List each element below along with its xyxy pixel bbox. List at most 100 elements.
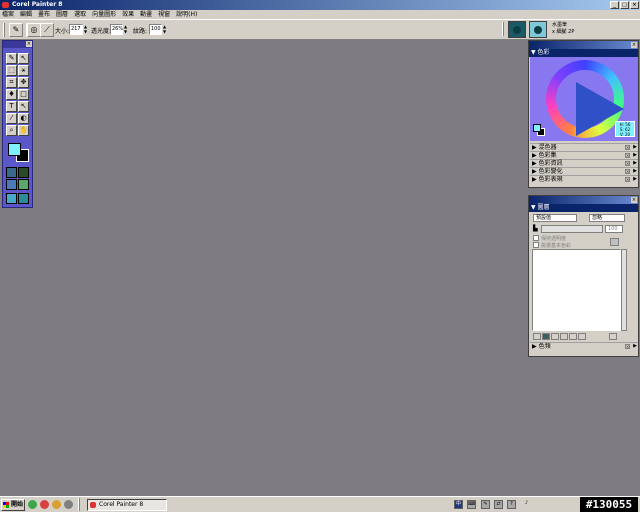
toolbox-header[interactable]: × xyxy=(3,41,32,48)
mixer-row[interactable]: ▶ 混色器 × ▶ xyxy=(530,143,638,151)
menu-arrow-icon[interactable]: ▶ xyxy=(633,343,637,350)
start-button[interactable]: 開始 xyxy=(1,499,25,511)
foreground-color-swatch[interactable] xyxy=(8,143,21,156)
weaving-library-icon[interactable] xyxy=(18,179,29,190)
close-icon[interactable]: × xyxy=(625,169,630,174)
brush-variant-icon[interactable] xyxy=(529,21,547,38)
preserve-transparency-checkbox[interactable] xyxy=(533,235,539,241)
layers-palette-close-icon[interactable]: × xyxy=(631,197,637,203)
brush-names[interactable]: 水墨筆 x 細膩 2P xyxy=(552,22,574,36)
menu-movie[interactable]: 動畫 xyxy=(140,10,152,19)
look-library-icon[interactable] xyxy=(18,193,29,204)
layer-commands-icon[interactable] xyxy=(533,333,541,340)
close-icon[interactable]: × xyxy=(625,161,630,166)
maximize-button[interactable]: □ xyxy=(620,1,629,9)
text-icon[interactable]: T xyxy=(6,101,17,112)
quicklaunch-app-icon[interactable] xyxy=(52,500,61,509)
layer-opacity-slider[interactable] xyxy=(541,225,603,233)
channels-row[interactable]: ▶ 色頻 × ▶ xyxy=(530,342,638,350)
grain-field[interactable]: 100 xyxy=(149,24,162,35)
crop-icon[interactable]: ⌗ xyxy=(6,77,17,88)
lock-layer-icon[interactable] xyxy=(610,238,619,246)
paint-bucket-icon[interactable]: ◐ xyxy=(18,113,29,124)
toolbox-close-icon[interactable]: × xyxy=(26,41,32,47)
menu-layers[interactable]: 圖層 xyxy=(56,10,68,19)
nozzle-library-icon[interactable] xyxy=(6,193,17,204)
help-icon[interactable]: ? xyxy=(507,500,516,509)
close-icon[interactable]: × xyxy=(625,153,630,158)
brush-tool-icon[interactable]: ✎ xyxy=(9,23,23,37)
shape-selection-icon[interactable]: ↖ xyxy=(18,101,29,112)
menu-arrow-icon[interactable]: ▶ xyxy=(633,176,637,183)
gradient-library-icon[interactable] xyxy=(18,167,29,178)
rectangular-shape-icon[interactable]: □ xyxy=(18,89,29,100)
color-palette-close-icon[interactable]: × xyxy=(631,42,637,48)
close-button[interactable]: × xyxy=(630,1,639,9)
pen-tray-icon[interactable]: ✎ xyxy=(481,500,490,509)
toolbar-grip[interactable] xyxy=(3,23,5,37)
composite-method-select[interactable]: 預設值 xyxy=(533,214,577,222)
create-layer-mask-icon[interactable] xyxy=(560,333,568,340)
trash-icon[interactable] xyxy=(578,333,586,340)
opacity-field[interactable]: 26% xyxy=(110,24,123,35)
magnifier-icon[interactable]: ⌕ xyxy=(6,125,17,136)
color-info-row[interactable]: ▶ 色彩資訊 × ▶ xyxy=(530,159,638,167)
close-icon[interactable]: × xyxy=(625,344,630,349)
menu-effects[interactable]: 效果 xyxy=(122,10,134,19)
menu-shapes[interactable]: 向量圖形 xyxy=(92,10,116,19)
menu-arrow-icon[interactable]: ▶ xyxy=(633,168,637,175)
minimize-button[interactable]: _ xyxy=(610,1,619,9)
quicklaunch-media-icon[interactable] xyxy=(40,500,49,509)
layer-options-icon[interactable] xyxy=(609,333,617,340)
menu-file[interactable]: 檔案 xyxy=(2,10,14,19)
color-sets-row[interactable]: ▶ 色彩集 × ▶ xyxy=(530,151,638,159)
layer-list[interactable] xyxy=(532,249,621,331)
rectangle-select-icon[interactable]: ⬚ xyxy=(6,65,17,76)
delete-layer-icon[interactable] xyxy=(569,333,577,340)
grain-slider-arrow[interactable]: ▲ ▼ xyxy=(162,24,167,35)
layers-palette-drag-bar[interactable]: × xyxy=(529,196,638,204)
dynamic-plugins-icon[interactable] xyxy=(542,333,550,340)
menu-edit[interactable]: 編輯 xyxy=(20,10,32,19)
grabber-icon[interactable]: ✋ xyxy=(18,125,29,136)
opacity-slider-arrow[interactable]: ▲ ▼ xyxy=(123,24,128,35)
color-expression-row[interactable]: ▶ 色彩表現 × ▶ xyxy=(530,175,638,183)
brush-dab-icon[interactable]: ◎ xyxy=(27,23,41,37)
quicklaunch-desktop-icon[interactable] xyxy=(64,500,73,509)
size-slider-arrow[interactable]: ▲ ▼ xyxy=(83,24,88,35)
volume-icon[interactable]: ♪ xyxy=(522,500,531,509)
brush-selector-grip[interactable] xyxy=(502,22,504,36)
dropper-icon[interactable]: ⁄ xyxy=(6,113,17,124)
close-icon[interactable]: × xyxy=(625,145,630,150)
menu-arrow-icon[interactable]: ▶ xyxy=(633,152,637,159)
brush-stroke-icon[interactable]: ⟋ xyxy=(40,23,54,37)
input-method-icon[interactable]: 中 xyxy=(454,500,463,509)
composite-depth-select[interactable]: 忽略 xyxy=(589,214,625,222)
magic-wand-icon[interactable]: ⚹ xyxy=(18,65,29,76)
pick-up-underlying-color-checkbox[interactable] xyxy=(533,242,539,248)
close-icon[interactable]: × xyxy=(625,177,630,182)
menu-canvas[interactable]: 畫布 xyxy=(38,10,50,19)
new-layer-icon[interactable] xyxy=(551,333,559,340)
layer-adjuster-icon[interactable]: ↖ xyxy=(18,53,29,64)
quicklaunch-browser-icon[interactable] xyxy=(28,500,37,509)
layer-list-scrollbar[interactable] xyxy=(621,249,627,331)
color-panel-title-bar[interactable]: ▼ 色彩 xyxy=(529,49,638,57)
pattern-library-icon[interactable] xyxy=(6,179,17,190)
pen-icon[interactable]: ♦ xyxy=(6,89,17,100)
menu-help[interactable]: 說明(H) xyxy=(176,10,197,19)
brush-category-icon[interactable] xyxy=(508,21,526,38)
brush-icon[interactable]: ✎ xyxy=(6,53,17,64)
color-panel-fg-swatch[interactable] xyxy=(533,124,541,132)
menu-arrow-icon[interactable]: ▶ xyxy=(633,144,637,151)
hue-ring[interactable] xyxy=(546,60,624,138)
menu-arrow-icon[interactable]: ▶ xyxy=(633,160,637,167)
menu-window[interactable]: 視窗 xyxy=(158,10,170,19)
keyboard-icon[interactable]: ⌨ xyxy=(467,500,476,509)
menu-select[interactable]: 選取 xyxy=(74,10,86,19)
size-field[interactable]: 217 xyxy=(69,24,83,35)
network-icon[interactable]: ⇄ xyxy=(494,500,503,509)
color-palette-drag-bar[interactable]: × xyxy=(529,41,638,49)
selection-adjuster-icon[interactable]: ✥ xyxy=(18,77,29,88)
layers-panel-title-bar[interactable]: ▼ 圖層 xyxy=(529,204,638,212)
